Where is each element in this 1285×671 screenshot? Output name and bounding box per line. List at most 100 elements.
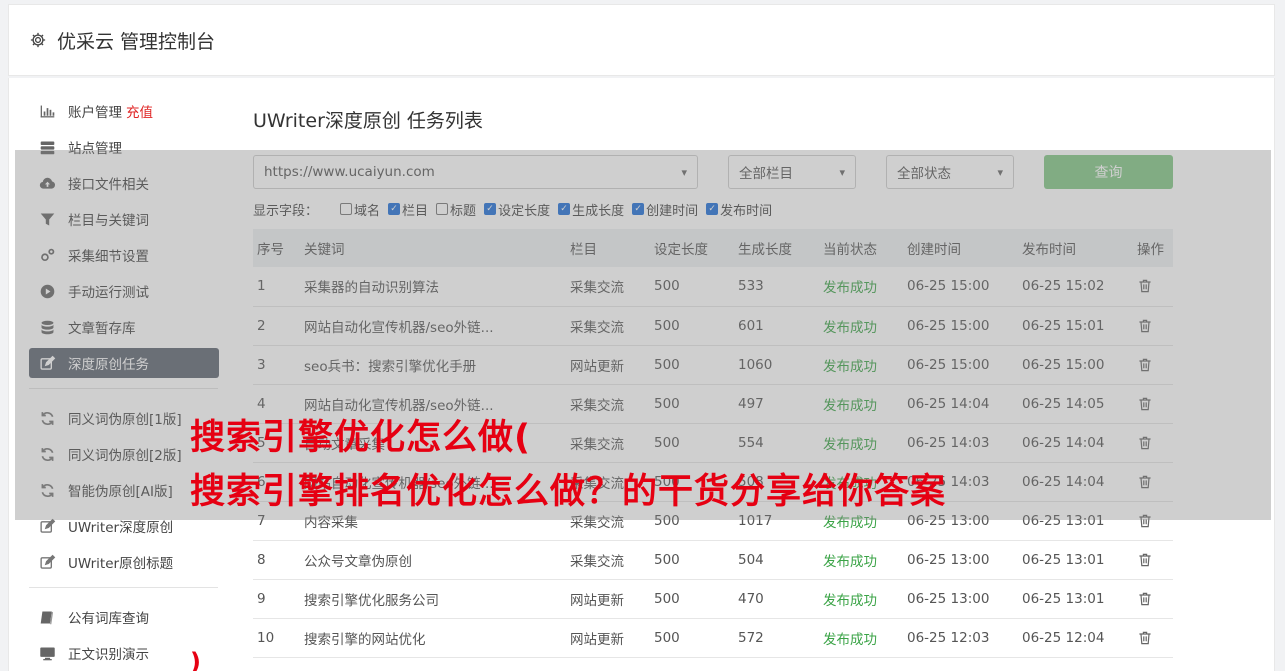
- delete-button[interactable]: [1133, 579, 1173, 618]
- cell-published: 06-25 15:00: [1022, 356, 1105, 373]
- column-select[interactable]: 全部栏目 ▾: [728, 155, 856, 189]
- table-row: 10 搜索引擎的网站优化 网站更新 500 572 发布成功 06-25 12:03 06-2…: [253, 618, 1173, 657]
- cell-created: 06-25 12:03: [907, 629, 990, 646]
- sidebar-item-label: 智能伪原创[AI版]: [68, 484, 173, 500]
- delete-button[interactable]: [1133, 306, 1173, 345]
- trash-icon: [1139, 280, 1151, 293]
- checkbox-label: 域名: [354, 203, 381, 219]
- field-checkbox-set-length[interactable]: ✓ 设定长度: [484, 200, 550, 219]
- cell-column: 网站更新: [570, 358, 624, 375]
- checkbox-box: [340, 203, 353, 215]
- query-button[interactable]: 查询: [1044, 155, 1173, 189]
- delete-button[interactable]: [1133, 462, 1173, 501]
- cell-published: 06-25 14:04: [1022, 434, 1105, 451]
- cell-created: 06-25 15:00: [907, 278, 990, 295]
- cell-index: 2: [257, 317, 266, 334]
- field-checkbox-created[interactable]: ✓ 创建时间: [632, 200, 698, 219]
- sidebar-item-sites[interactable]: 站点管理: [29, 132, 219, 162]
- delete-button[interactable]: [1133, 501, 1173, 540]
- sidebar-divider: [29, 388, 218, 389]
- main-panel: UWriter深度原创 任务列表 https://www.ucaiyun.com…: [253, 106, 1173, 658]
- delete-button[interactable]: [1133, 345, 1173, 384]
- status-select-value: 全部状态: [897, 166, 951, 182]
- cell-column: 采集交流: [570, 280, 624, 297]
- table-row: 3 seo兵书：搜索引擎优化手册 网站更新 500 1060 发布成功 06-25 15:0…: [253, 345, 1173, 384]
- cell-column: 网站更新: [570, 592, 624, 609]
- cell-index: 1: [257, 278, 266, 295]
- cell-created: 06-25 15:00: [907, 317, 990, 334]
- cell-keyword[interactable]: 搜索引擎的网站优化: [300, 618, 566, 657]
- col-header-created: 创建时间: [907, 242, 961, 258]
- cell-keyword[interactable]: 采集器的自动识别算法: [300, 267, 566, 306]
- cell-set-length: 500: [654, 278, 680, 295]
- field-checkbox-gen-length[interactable]: ✓ 生成长度: [558, 200, 624, 219]
- field-checkbox-published[interactable]: ✓ 发布时间: [706, 200, 772, 219]
- table-row: 1 采集器的自动识别算法 采集交流 500 533 发布成功 06-25 15:00 06-2…: [253, 267, 1173, 306]
- checkbox-box: ✓: [558, 203, 571, 215]
- delete-button[interactable]: [1133, 423, 1173, 462]
- sidebar-item-account[interactable]: 账户管理 充值: [29, 96, 219, 126]
- col-header-gen-length: 生成长度: [738, 242, 792, 258]
- checkbox-box: ✓: [484, 203, 497, 215]
- sidebar-item-label: 正文识别演示: [68, 647, 149, 663]
- delete-button[interactable]: [1133, 384, 1173, 423]
- checkbox-box: ✓: [706, 203, 719, 215]
- overlay-closing-paren: ): [190, 648, 201, 671]
- sidebar-item-collect-settings[interactable]: 采集细节设置: [29, 240, 219, 270]
- cell-keyword[interactable]: 搜索引擎优化服务公司: [300, 579, 566, 618]
- chevron-down-icon: ▾: [997, 165, 1003, 179]
- edit-icon: [40, 355, 56, 370]
- site-select[interactable]: https://www.ucaiyun.com ▾: [253, 155, 698, 189]
- cell-keyword[interactable]: 公众号文章伪原创: [300, 540, 566, 579]
- cell-column: 网站更新: [570, 631, 624, 648]
- trash-icon: [1139, 475, 1151, 488]
- status-select[interactable]: 全部状态 ▾: [886, 155, 1014, 189]
- cell-created: 06-25 13:00: [907, 551, 990, 568]
- cell-gen-length: 572: [738, 629, 764, 646]
- display-fields-label: 显示字段：: [253, 203, 319, 219]
- sidebar-item-label: 深度原创任务: [68, 357, 149, 373]
- sidebar-item-manual-run[interactable]: 手动运行测试: [29, 276, 219, 306]
- table-header-row: 序号 关键词 栏目 设定长度 生成长度 当前状态 创建时间 发布时间 操作: [253, 229, 1173, 267]
- sidebar-item-label: UWriter深度原创: [68, 520, 174, 536]
- checkbox-label: 标题: [450, 203, 477, 219]
- cell-created: 06-25 15:00: [907, 356, 990, 373]
- cell-index: 10: [257, 629, 275, 646]
- recharge-link[interactable]: 充值: [126, 101, 153, 121]
- gears-icon: [41, 248, 55, 261]
- trash-icon: [1139, 436, 1151, 449]
- table-row: 2 网站自动化宣传机器/seo外链... 采集交流 500 601 发布成功 06-25 1…: [253, 306, 1173, 345]
- cell-keyword[interactable]: 网站自动化宣传机器/seo外链...: [300, 306, 566, 345]
- edit-icon: [40, 554, 56, 569]
- cell-status: 发布成功: [823, 592, 877, 609]
- sidebar-item-deep-original-task[interactable]: 深度原创任务: [29, 348, 219, 378]
- delete-button[interactable]: [1133, 540, 1173, 579]
- cell-gen-length: 533: [738, 278, 764, 295]
- sidebar-item-keywords[interactable]: 栏目与关键词: [29, 204, 219, 234]
- delete-button[interactable]: [1133, 618, 1173, 657]
- field-checkbox-domain[interactable]: 域名: [340, 200, 380, 219]
- cell-gen-length: 601: [738, 317, 764, 334]
- col-header-set-length: 设定长度: [654, 242, 708, 258]
- sidebar-item-uwriter-title[interactable]: UWriter原创标题: [29, 547, 219, 577]
- trash-icon: [1139, 319, 1151, 332]
- checkbox-label: 栏目: [402, 203, 429, 219]
- col-header-status: 当前状态: [823, 242, 877, 258]
- field-checkbox-column[interactable]: ✓ 栏目: [388, 200, 428, 219]
- trash-icon: [1139, 631, 1151, 644]
- sidebar-item-api-files[interactable]: 接口文件相关: [29, 168, 219, 198]
- refresh-icon: [41, 447, 54, 461]
- delete-button[interactable]: [1133, 267, 1173, 306]
- app-title: 优采云 管理控制台: [57, 30, 216, 53]
- cell-published: 06-25 15:01: [1022, 317, 1105, 334]
- col-header-column: 栏目: [570, 242, 597, 258]
- checkbox-label: 设定长度: [498, 203, 551, 219]
- cell-keyword[interactable]: seo兵书：搜索引擎优化手册: [300, 345, 566, 384]
- cell-status: 发布成功: [823, 553, 877, 570]
- sidebar-item-public-lexicon[interactable]: 公有词库查询: [29, 602, 219, 632]
- sidebar-item-label: 同义词伪原创[1版]: [68, 412, 182, 428]
- sidebar-item-article-store[interactable]: 文章暂存库: [29, 312, 219, 342]
- field-checkbox-title[interactable]: 标题: [436, 200, 476, 219]
- cell-created: 06-25 13:00: [907, 590, 990, 607]
- cell-set-length: 500: [654, 317, 680, 334]
